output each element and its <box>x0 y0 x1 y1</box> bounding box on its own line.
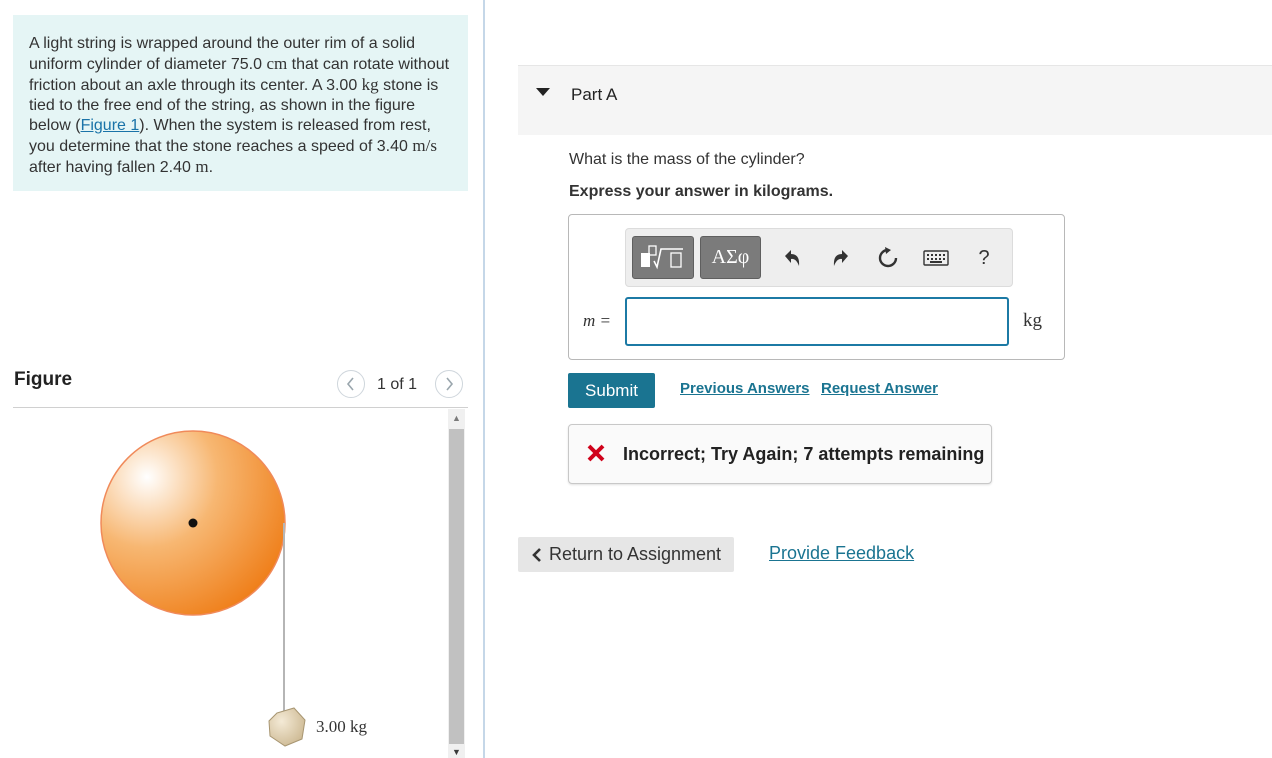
scrollbar-thumb[interactable] <box>449 429 464 744</box>
scroll-down-icon[interactable]: ▼ <box>448 746 465 758</box>
caret-down-icon[interactable] <box>536 88 550 96</box>
templates-button[interactable] <box>632 236 694 279</box>
undo-icon <box>785 250 800 266</box>
redo-icon <box>833 250 848 266</box>
unit-text: m <box>195 157 209 176</box>
figure-image: 3.00 kg <box>100 430 368 747</box>
keyboard-button[interactable] <box>922 244 950 272</box>
stone <box>268 707 306 747</box>
pane-divider[interactable] <box>483 0 485 758</box>
help-icon[interactable]: ? <box>974 244 994 272</box>
question-text: What is the mass of the cylinder? <box>569 151 805 168</box>
problem-text: after having fallen 2.40 <box>29 159 196 176</box>
figure-prev-button[interactable] <box>337 370 365 398</box>
answer-input[interactable] <box>625 297 1009 346</box>
chevron-right-icon <box>446 377 454 391</box>
instruction-text: Express your answer in kilograms. <box>569 183 834 200</box>
symbols-button[interactable]: ΑΣφ <box>700 236 761 279</box>
figure-counter: 1 of 1 <box>377 376 418 393</box>
keyboard-icon <box>923 250 949 266</box>
figure-next-button[interactable] <box>435 370 463 398</box>
return-to-assignment-button[interactable]: Return to Assignment <box>518 537 734 572</box>
figure-link[interactable]: Figure 1 <box>81 117 140 134</box>
axle-dot <box>188 518 198 528</box>
feedback-message: Incorrect; Try Again; 7 attempts remaini… <box>623 444 985 464</box>
unit-text: m/s <box>412 136 437 155</box>
variable-text: m = <box>583 311 611 330</box>
return-label: Return to Assignment <box>548 544 722 564</box>
scroll-up-icon[interactable]: ▲ <box>448 411 465 425</box>
incorrect-x-icon <box>587 444 605 462</box>
reset-button[interactable] <box>875 244 901 272</box>
submit-button[interactable]: Submit <box>568 373 655 408</box>
redo-button[interactable] <box>829 244 853 272</box>
unit-text: kg <box>361 75 379 94</box>
part-title[interactable]: Part A <box>571 85 617 105</box>
unit-label: kg <box>1023 310 1042 331</box>
request-answer-link[interactable]: Request Answer <box>821 380 938 397</box>
undo-button[interactable] <box>780 244 804 272</box>
unit-text: cm <box>266 54 288 73</box>
problem-statement: A light string is wrapped around the out… <box>13 15 468 191</box>
figure-title: Figure <box>14 369 73 390</box>
chevron-left-icon <box>346 377 354 391</box>
reset-icon <box>878 247 898 268</box>
problem-text: . <box>208 159 214 176</box>
part-header[interactable] <box>518 65 1272 135</box>
previous-answers-link[interactable]: Previous Answers <box>680 380 810 397</box>
stone-label: 3.00 kg <box>316 717 368 736</box>
chevron-left-icon <box>532 547 541 562</box>
templates-icon <box>641 244 683 269</box>
variable-label: m = <box>583 311 611 331</box>
provide-feedback-link[interactable]: Provide Feedback <box>769 543 914 564</box>
